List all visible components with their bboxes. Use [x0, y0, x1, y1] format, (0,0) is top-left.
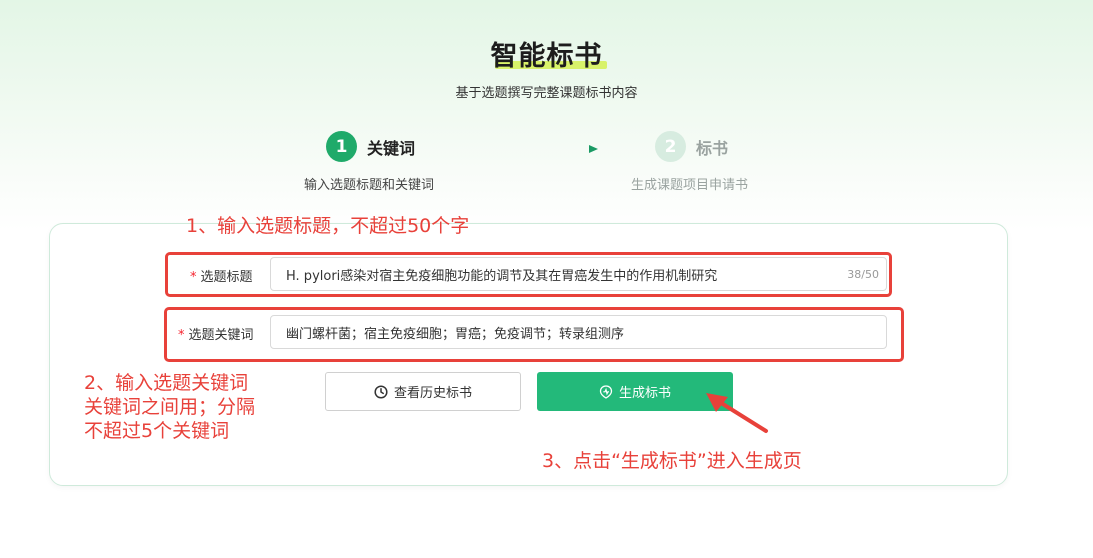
annotation-step-2: 2、输入选题关键词 关键词之间用；分隔 不超过5个关键词 — [84, 371, 255, 443]
step-keywords: 1 关键词 — [326, 131, 415, 162]
page-subtitle: 基于选题撰写完整课题标书内容 — [455, 86, 638, 101]
annotation-step-2-line-1: 2、输入选题关键词 — [84, 372, 249, 394]
step-arrow-icon — [473, 145, 598, 153]
annotation-step-1: 1、输入选题标题，不超过50个字 — [186, 215, 470, 237]
annotation-step-2-line-3: 不超过5个关键词 — [84, 420, 230, 442]
step-2-number: 2 — [655, 131, 686, 162]
highlight-title-field — [165, 252, 892, 297]
step-proposal: 2 标书 — [655, 131, 728, 162]
step-1-description: 输入选题标题和关键词 — [304, 178, 435, 193]
step-2-description: 生成课题项目申请书 — [631, 178, 749, 193]
step-1-label: 关键词 — [367, 138, 416, 158]
annotation-step-2-line-2: 关键词之间用；分隔 — [84, 396, 256, 418]
page-title: 智能标书 — [0, 34, 1093, 73]
annotation-arrow-icon — [706, 393, 768, 433]
highlight-keywords-field — [164, 307, 904, 362]
view-history-button[interactable]: 查看历史标书 — [325, 372, 521, 411]
clock-icon — [374, 384, 388, 399]
spark-icon — [599, 384, 613, 399]
step-2-label: 标书 — [696, 138, 729, 158]
step-1-number: 1 — [326, 131, 357, 162]
view-history-label: 查看历史标书 — [393, 386, 472, 401]
generate-proposal-label: 生成标书 — [618, 386, 671, 401]
annotation-step-3: 3、点击“生成标书”进入生成页 — [542, 450, 802, 472]
